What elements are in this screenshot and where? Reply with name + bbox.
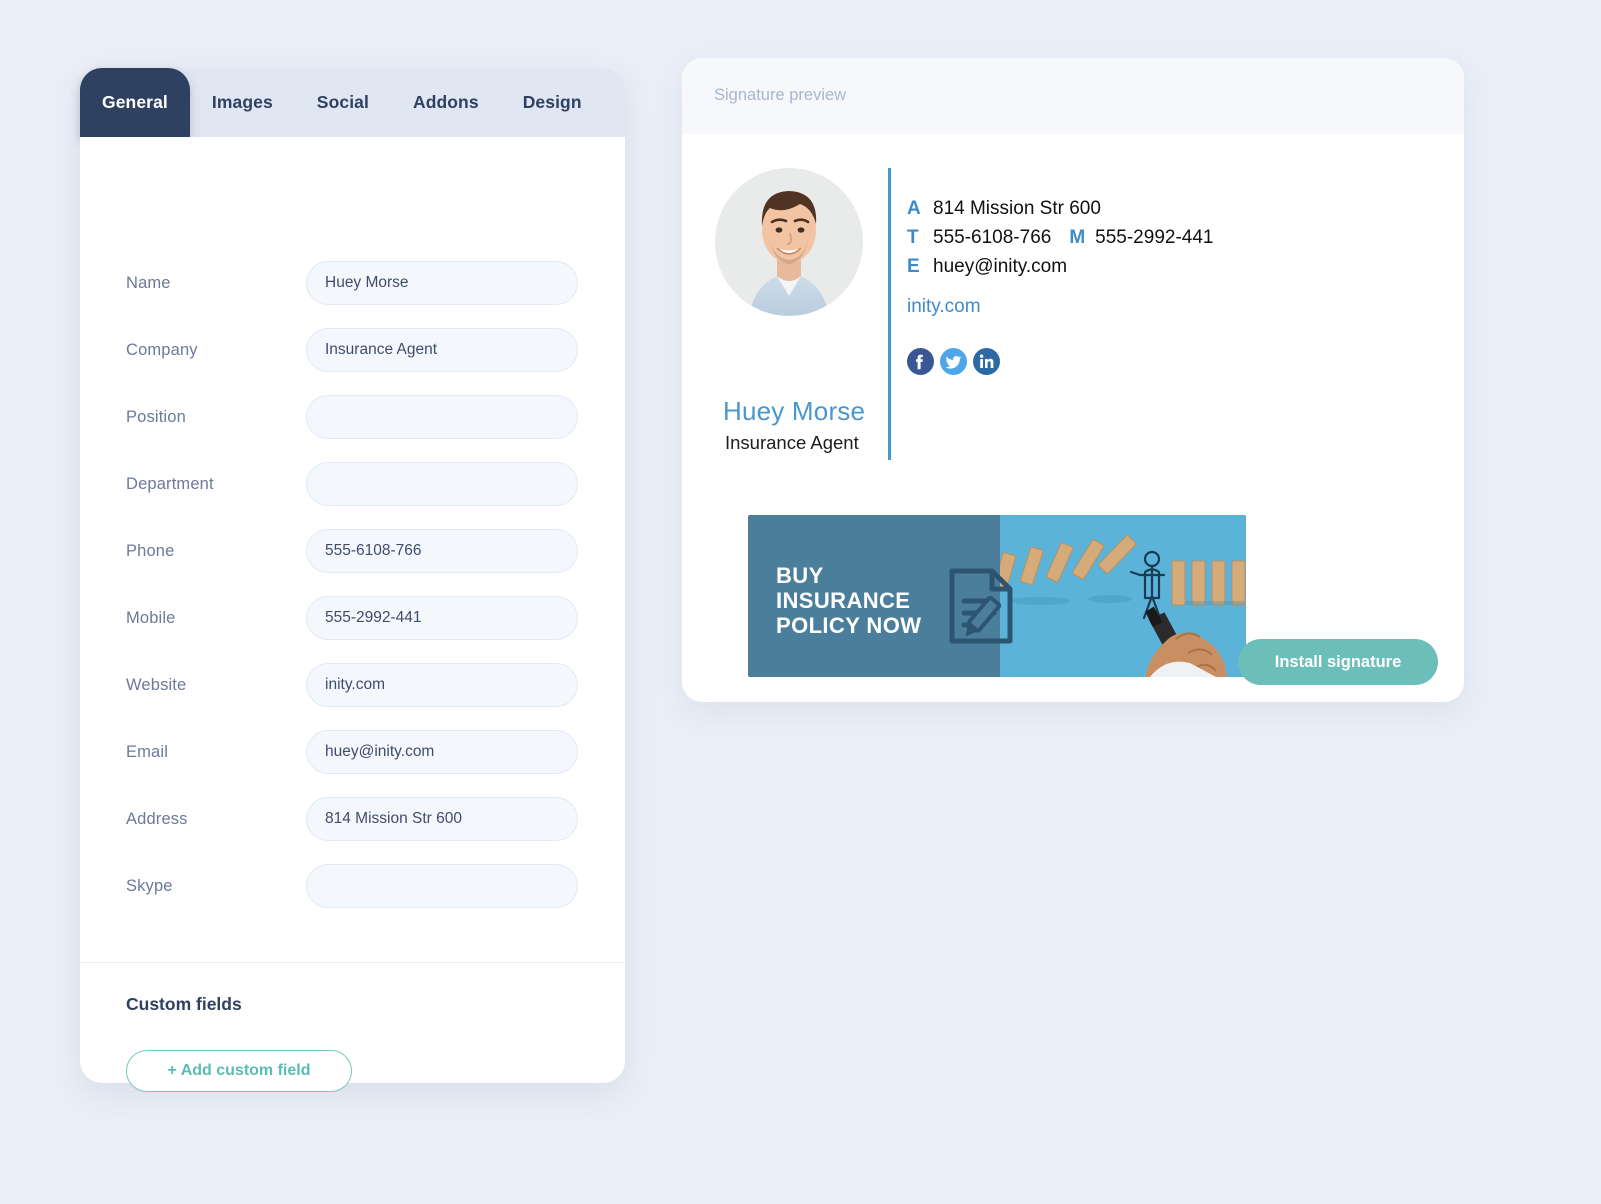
tab-design[interactable]: Design xyxy=(501,68,604,137)
tab-addons[interactable]: Addons xyxy=(391,68,501,137)
field-row-website: Website xyxy=(80,663,625,707)
tabbar-spacer xyxy=(604,68,625,137)
banner-line-3: POLICY NOW xyxy=(776,613,922,638)
signature-contact-details: A 814 Mission Str 600 T 555-6108-766 M 5… xyxy=(907,198,1213,285)
field-row-position: Position xyxy=(80,395,625,439)
tab-images[interactable]: Images xyxy=(190,68,295,137)
tab-general-label: General xyxy=(102,92,168,112)
field-row-email: Email xyxy=(80,730,625,774)
detail-email: E huey@inity.com xyxy=(907,256,1213,278)
label-address: Address xyxy=(126,809,188,828)
custom-fields-title: Custom fields xyxy=(126,994,242,1014)
detail-email-value: huey@inity.com xyxy=(933,256,1068,277)
document-pen-icon xyxy=(938,563,1024,654)
tab-social-label: Social xyxy=(316,92,369,112)
input-name[interactable] xyxy=(306,261,578,305)
signature-preview-card: Signature preview A 814 Mission Str 600 … xyxy=(682,58,1464,702)
install-signature-button[interactable]: Install signature xyxy=(1238,639,1438,685)
label-email: Email xyxy=(126,742,169,761)
detail-mobile-key: M xyxy=(1069,227,1086,248)
signature-banner[interactable]: BUY INSURANCE POLICY NOW xyxy=(748,515,1246,677)
twitter-icon[interactable] xyxy=(940,348,967,375)
detail-email-key: E xyxy=(907,256,920,277)
signature-website-link[interactable]: inity.com xyxy=(907,296,981,318)
editor-tabbar: General Images Social Addons Design xyxy=(80,68,625,137)
banner-headline: BUY INSURANCE POLICY NOW xyxy=(776,563,921,638)
banner-line-1: BUY xyxy=(776,563,824,588)
banner-line-2: INSURANCE xyxy=(776,588,911,613)
label-skype: Skype xyxy=(126,876,173,895)
input-mobile[interactable] xyxy=(306,596,578,640)
input-department[interactable] xyxy=(306,462,578,506)
input-skype[interactable] xyxy=(306,864,578,908)
preview-header: Signature preview xyxy=(682,58,1464,134)
input-address[interactable] xyxy=(306,797,578,841)
banner-dominoes-illustration xyxy=(1000,515,1246,677)
tab-design-label: Design xyxy=(522,92,582,112)
detail-address-value: 814 Mission Str 600 xyxy=(933,198,1101,219)
field-row-company: Company xyxy=(80,328,625,372)
input-position[interactable] xyxy=(306,395,578,439)
label-phone: Phone xyxy=(126,541,175,560)
field-row-department: Department xyxy=(80,462,625,506)
facebook-icon[interactable] xyxy=(907,348,934,375)
field-row-mobile: Mobile xyxy=(80,596,625,640)
linkedin-icon[interactable] xyxy=(973,348,1000,375)
signature-social-icons xyxy=(907,348,1000,375)
signature-top-row: A 814 Mission Str 600 T 555-6108-766 M 5… xyxy=(715,168,1435,460)
general-form: Name Company Position Department Phone M… xyxy=(80,137,625,962)
detail-mobile-value: 555-2992-441 xyxy=(1095,227,1214,248)
detail-address: A 814 Mission Str 600 xyxy=(907,198,1213,220)
email-signature: A 814 Mission Str 600 T 555-6108-766 M 5… xyxy=(715,168,1435,677)
label-department: Department xyxy=(126,474,214,493)
detail-phone-mobile: T 555-6108-766 M 555-2992-441 xyxy=(907,227,1213,249)
field-row-skype: Skype xyxy=(80,864,625,908)
input-phone[interactable] xyxy=(306,529,578,573)
field-row-address: Address xyxy=(80,797,625,841)
banner-right-photo xyxy=(1000,515,1246,677)
add-custom-field-button[interactable]: + Add custom field xyxy=(126,1050,352,1092)
signature-role: Insurance Agent xyxy=(725,432,859,453)
input-email[interactable] xyxy=(306,730,578,774)
detail-phone-key: T xyxy=(907,227,919,248)
label-website: Website xyxy=(126,675,187,694)
detail-address-key: A xyxy=(907,198,921,219)
label-position: Position xyxy=(126,407,186,426)
label-mobile: Mobile xyxy=(126,608,176,627)
avatar-portrait-photo xyxy=(715,168,863,316)
label-name: Name xyxy=(126,273,171,292)
signature-editor-card: General Images Social Addons Design Name… xyxy=(80,68,625,1092)
tab-social[interactable]: Social xyxy=(295,68,391,137)
input-company[interactable] xyxy=(306,328,578,372)
label-company: Company xyxy=(126,340,198,359)
preview-header-label: Signature preview xyxy=(714,86,847,104)
signature-vertical-divider xyxy=(888,168,891,460)
input-website[interactable] xyxy=(306,663,578,707)
field-row-phone: Phone xyxy=(80,529,625,573)
section-divider xyxy=(80,962,625,963)
detail-phone-value: 555-6108-766 xyxy=(933,227,1052,248)
signature-name: Huey Morse xyxy=(723,396,866,426)
tab-addons-label: Addons xyxy=(412,92,479,112)
avatar xyxy=(715,168,863,316)
tab-images-label: Images xyxy=(211,92,273,112)
tab-general[interactable]: General xyxy=(80,68,190,137)
field-row-name: Name xyxy=(80,261,625,305)
